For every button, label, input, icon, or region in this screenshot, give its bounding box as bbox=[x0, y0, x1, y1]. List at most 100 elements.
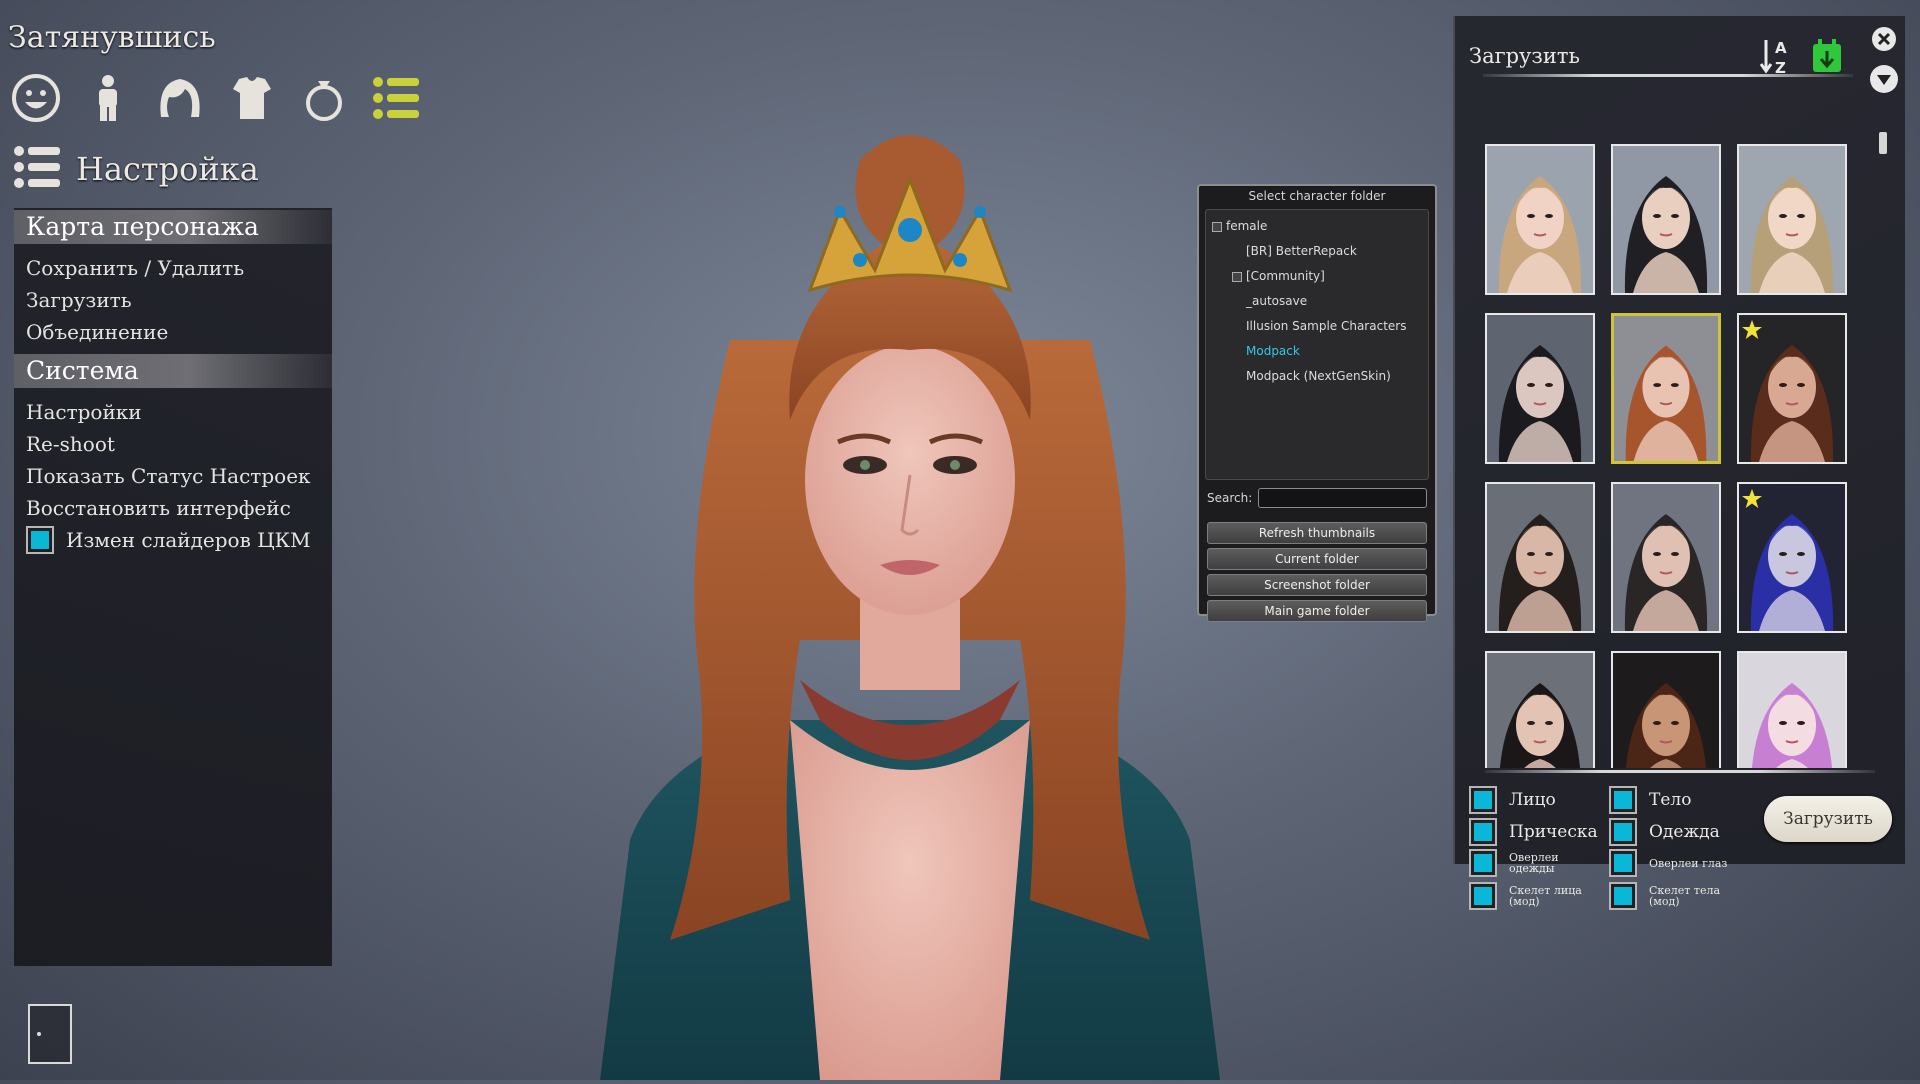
folder-select-panel: Select character folder female [BR] Bett… bbox=[1197, 184, 1437, 622]
section-header: Настройка bbox=[12, 142, 259, 196]
tree-item-illusion-sample[interactable]: Illusion Sample Characters bbox=[1206, 314, 1428, 339]
character-thumbnail[interactable] bbox=[1611, 144, 1721, 295]
character-thumbnail[interactable] bbox=[1611, 482, 1721, 633]
tree-item-community[interactable]: [Community] bbox=[1206, 264, 1428, 289]
option-checkbox[interactable] bbox=[1469, 818, 1497, 846]
character-thumbnail[interactable] bbox=[1485, 144, 1595, 295]
slider-changes-checkbox[interactable] bbox=[26, 526, 54, 554]
tree-item-label: _autosave bbox=[1246, 294, 1308, 308]
character-thumbnail[interactable] bbox=[1485, 313, 1595, 464]
face-icon[interactable] bbox=[10, 70, 62, 126]
load-option[interactable]: Одежда bbox=[1609, 818, 1720, 846]
game-title: Затянувшись bbox=[8, 20, 216, 55]
accessory-icon[interactable] bbox=[298, 70, 350, 126]
menu-item-show-settings-status[interactable]: Показать Статус Настроек bbox=[14, 460, 332, 492]
sort-az-icon[interactable]: A Z bbox=[1759, 36, 1793, 77]
menu-item-save-delete[interactable]: Сохранить / Удалить bbox=[14, 252, 332, 284]
tree-item-label: Modpack (NextGenSkin) bbox=[1246, 369, 1391, 383]
tree-item-modpack[interactable]: Modpack bbox=[1206, 339, 1428, 364]
tree-item-female[interactable]: female bbox=[1206, 214, 1428, 239]
menu-item-merge[interactable]: Объединение bbox=[14, 316, 332, 348]
option-checkbox[interactable] bbox=[1469, 882, 1497, 910]
extras-icon[interactable] bbox=[370, 70, 422, 126]
favorite-star-icon bbox=[1741, 488, 1763, 510]
divider bbox=[1483, 74, 1853, 77]
close-icon[interactable] bbox=[1871, 26, 1897, 52]
load-option[interactable]: Скелет тела (мод) bbox=[1609, 882, 1747, 910]
folder-search-input[interactable] bbox=[1258, 488, 1427, 508]
load-option[interactable]: Лицо bbox=[1469, 786, 1556, 814]
section-title: Настройка bbox=[76, 150, 259, 188]
tree-item-label: [Community] bbox=[1246, 269, 1325, 283]
tree-item-label: Illusion Sample Characters bbox=[1246, 319, 1407, 333]
tree-item-autosave[interactable]: _autosave bbox=[1206, 289, 1428, 314]
hair-icon[interactable] bbox=[154, 70, 206, 126]
menu-item-reshoot[interactable]: Re-shoot bbox=[14, 428, 332, 460]
menu-item-slider-changes[interactable]: Измен слайдеров ЦКМ bbox=[14, 524, 332, 556]
option-label: Лицо bbox=[1509, 790, 1556, 810]
load-option[interactable]: Скелет лица (мод) bbox=[1469, 882, 1607, 910]
menu-group-character-card: Карта персонажа bbox=[14, 210, 332, 244]
character-thumbnail[interactable] bbox=[1485, 651, 1595, 768]
folder-buttons: Refresh thumbnails Current folder Screen… bbox=[1207, 522, 1427, 622]
character-thumbnail[interactable] bbox=[1737, 651, 1847, 768]
load-option[interactable]: Тело bbox=[1609, 786, 1691, 814]
category-icon-bar bbox=[10, 70, 422, 126]
character-thumbnail[interactable] bbox=[1611, 313, 1721, 464]
load-panel: Загрузить A Z Лицо Тело Прическа Одежда Овер… bbox=[1453, 16, 1905, 910]
load-option[interactable]: Прическа bbox=[1469, 818, 1598, 846]
menu-item-load[interactable]: Загрузить bbox=[14, 284, 332, 316]
load-panel-title: Загрузить bbox=[1469, 44, 1580, 68]
divider bbox=[1485, 770, 1875, 773]
option-label: Оверлеи глаз bbox=[1649, 856, 1728, 870]
tree-item-label: female bbox=[1226, 219, 1268, 233]
grid-scrollbar[interactable] bbox=[1879, 132, 1887, 154]
character-thumbnail[interactable] bbox=[1737, 313, 1847, 464]
exit-door-icon[interactable] bbox=[28, 1004, 72, 1064]
current-folder-button[interactable]: Current folder bbox=[1207, 548, 1427, 570]
folder-search-row: Search: bbox=[1207, 486, 1427, 510]
tree-item-label: Modpack bbox=[1246, 344, 1300, 358]
collapse-toggle-icon[interactable] bbox=[1232, 272, 1242, 282]
character-thumbnail[interactable] bbox=[1737, 144, 1847, 295]
left-menu-panel: Карта персонажа Сохранить / Удалить Загр… bbox=[14, 208, 332, 966]
refresh-thumbnails-button[interactable]: Refresh thumbnails bbox=[1207, 522, 1427, 544]
option-checkbox[interactable] bbox=[1609, 818, 1637, 846]
option-label: Тело bbox=[1649, 790, 1692, 810]
collapse-toggle-icon[interactable] bbox=[1212, 222, 1222, 232]
body-icon[interactable] bbox=[82, 70, 134, 126]
calendar-download-icon[interactable] bbox=[1810, 36, 1844, 76]
tree-item-betterrepack[interactable]: [BR] BetterRepack bbox=[1206, 239, 1428, 264]
option-checkbox[interactable] bbox=[1609, 786, 1637, 814]
search-label: Search: bbox=[1207, 491, 1253, 505]
screenshot-folder-button[interactable]: Screenshot folder bbox=[1207, 574, 1427, 596]
character-preview[interactable] bbox=[560, 120, 1260, 1080]
option-checkbox[interactable] bbox=[1609, 849, 1637, 877]
option-label: Прическа bbox=[1509, 822, 1598, 842]
clothes-icon[interactable] bbox=[226, 70, 278, 126]
slider-changes-label: Измен слайдеров ЦКМ bbox=[66, 528, 311, 552]
option-label: Скелет тела (мод) bbox=[1649, 884, 1721, 908]
character-thumbnail[interactable] bbox=[1611, 651, 1721, 768]
main-game-folder-button[interactable]: Main game folder bbox=[1207, 600, 1427, 622]
svg-text:A: A bbox=[1775, 39, 1787, 57]
option-checkbox[interactable] bbox=[1469, 786, 1497, 814]
character-thumbnail[interactable] bbox=[1737, 482, 1847, 633]
option-checkbox[interactable] bbox=[1469, 849, 1497, 877]
tree-item-modpack-nextgenskin[interactable]: Modpack (NextGenSkin) bbox=[1206, 364, 1428, 389]
option-checkbox[interactable] bbox=[1609, 882, 1637, 910]
thumbnail-grid bbox=[1485, 144, 1865, 768]
menu-item-settings[interactable]: Настройки bbox=[14, 396, 332, 428]
load-button[interactable]: Загрузить bbox=[1764, 796, 1892, 842]
favorite-star-icon bbox=[1741, 319, 1763, 341]
load-option[interactable]: Оверлеи одежды bbox=[1469, 849, 1607, 877]
folder-panel-title: Select character folder bbox=[1248, 189, 1386, 203]
character-thumbnail[interactable] bbox=[1485, 482, 1595, 633]
tree-item-label: [BR] BetterRepack bbox=[1246, 244, 1357, 258]
character-render bbox=[600, 135, 1220, 1080]
menu-item-restore-interface[interactable]: Восстановить интерфейс bbox=[14, 492, 332, 524]
folder-tree: female [BR] BetterRepack [Community] _au… bbox=[1205, 209, 1429, 480]
chevron-down-icon[interactable] bbox=[1869, 64, 1899, 94]
load-option[interactable]: Оверлеи глаз bbox=[1609, 849, 1727, 877]
option-label: Скелет лица (мод) bbox=[1509, 884, 1582, 908]
